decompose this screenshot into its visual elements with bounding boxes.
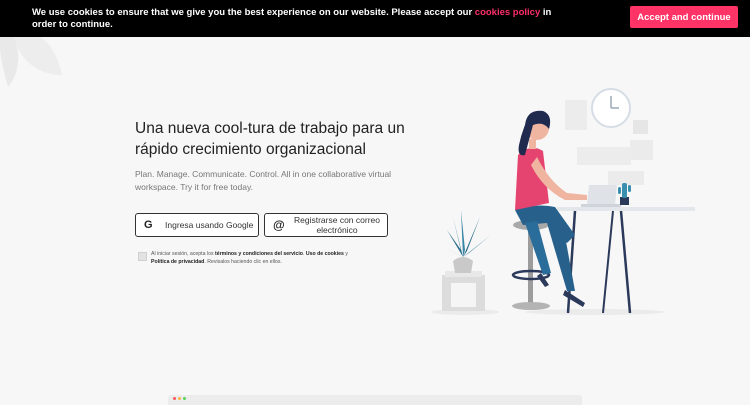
google-signin-label: Ingresa usando Google	[165, 220, 254, 230]
cookies-use-link[interactable]: Uso de cookies	[306, 251, 344, 257]
google-signin-button[interactable]: G Ingresa usando Google	[135, 213, 259, 237]
cookie-message: We use cookies to ensure that we give yo…	[32, 7, 552, 30]
email-register-button[interactable]: @ Registrarse con correo electrónico	[264, 213, 388, 237]
potted-plant-icon	[440, 210, 491, 311]
hero-subtext: Plan. Manage. Communicate. Control. All …	[135, 169, 392, 192]
workspace-illustration	[431, 88, 695, 315]
at-sign-icon: @	[273, 218, 285, 232]
hero-heading: Una nueva cool-tura de trabajo para un r…	[135, 120, 405, 158]
background-leaf-decoration	[0, 37, 62, 87]
terms-notice: Al iniciar sesión, acepta los términos y…	[151, 250, 361, 266]
app-preview-strip	[168, 395, 582, 405]
email-register-label: Registrarse con correo electrónico	[294, 215, 380, 235]
window-dot-icon	[178, 397, 181, 400]
terms-link[interactable]: términos y condiciones del servicio	[215, 251, 303, 257]
window-dot-icon	[183, 397, 186, 400]
cookies-policy-link[interactable]: cookies policy	[475, 7, 540, 18]
privacy-policy-link[interactable]: Política de privacidad	[151, 259, 204, 265]
accept-cookies-button[interactable]: Accept and continue	[630, 6, 738, 28]
wall-clock-icon	[591, 88, 631, 128]
desk-icon	[557, 207, 695, 314]
cookie-banner: We use cookies to ensure that we give yo…	[0, 0, 750, 37]
window-dot-icon	[173, 397, 176, 400]
terms-prefix: Al iniciar sesión, acepta los	[151, 251, 216, 257]
window-dots	[173, 397, 186, 400]
cookie-text-before: We use cookies to ensure that we give yo…	[32, 7, 475, 18]
cactus-icon	[618, 183, 631, 205]
google-icon: G	[144, 219, 153, 231]
terms-checkbox[interactable]	[138, 252, 147, 261]
terms-suffix: . Revisalos haciendo clic en ellos.	[204, 259, 282, 265]
terms-and: y	[343, 251, 348, 257]
